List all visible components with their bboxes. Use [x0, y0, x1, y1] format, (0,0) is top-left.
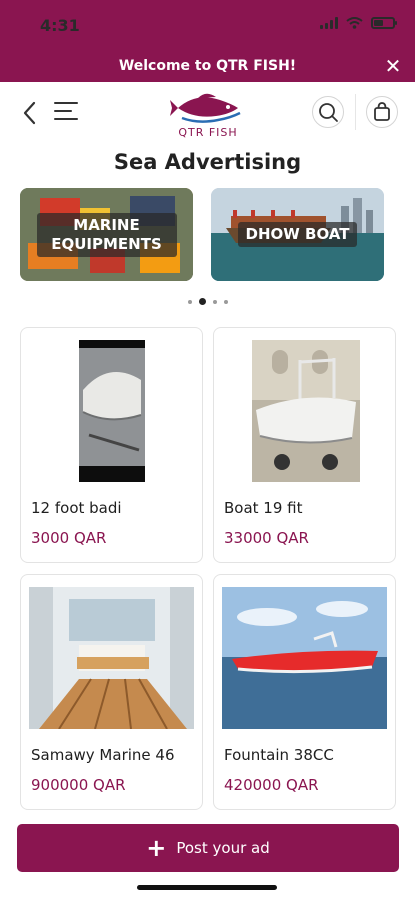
back-icon — [23, 101, 36, 125]
product-card[interactable]: Boat 19 fit 33000 QAR — [213, 327, 396, 563]
post-ad-label: Post your ad — [176, 839, 270, 857]
home-indicator — [137, 885, 277, 890]
post-ad-button[interactable]: + Post your ad — [17, 824, 399, 872]
product-image — [252, 340, 360, 482]
carousel-card-label: MARINE EQUIPMENTS — [36, 212, 177, 257]
battery-icon — [371, 17, 397, 29]
status-bar: 4:31 — [0, 0, 415, 52]
back-button[interactable] — [18, 100, 42, 126]
carousel-dot[interactable] — [223, 299, 228, 304]
product-name: Samawy Marine 46 — [31, 746, 175, 764]
product-name: Boat 19 fit — [224, 499, 303, 517]
carousel-card-label: DHOW BOAT — [237, 222, 358, 247]
page-title: Sea Advertising — [113, 150, 302, 174]
product-image — [29, 587, 194, 729]
carousel-dot[interactable] — [212, 299, 217, 304]
status-icons — [320, 17, 397, 29]
search-icon — [319, 103, 338, 122]
signal-icon — [320, 17, 338, 29]
menu-icon — [54, 102, 78, 104]
search-button[interactable] — [312, 96, 344, 128]
product-image — [79, 340, 145, 482]
fish-logo-icon — [170, 93, 241, 123]
product-price: 3000 QAR — [31, 529, 107, 547]
carousel-dot-active[interactable] — [198, 298, 206, 305]
carousel-dots — [0, 298, 415, 305]
product-price: 420000 QAR — [224, 776, 319, 794]
carousel-card-dhow-boat[interactable]: DHOW BOAT — [211, 188, 384, 281]
header-divider — [355, 94, 356, 130]
logo-text: QTR FISH — [178, 126, 238, 139]
status-time: 4:31 — [40, 16, 80, 35]
plus-icon: + — [146, 834, 167, 862]
wifi-icon — [346, 17, 363, 29]
menu-button[interactable] — [54, 102, 80, 124]
app-header: QTR FISH — [0, 82, 415, 144]
cart-button[interactable] — [366, 96, 398, 128]
product-price: 900000 QAR — [31, 776, 126, 794]
logo[interactable]: QTR FISH — [168, 88, 248, 140]
product-image — [222, 587, 387, 729]
close-icon[interactable]: ✕ — [381, 54, 405, 78]
welcome-text: Welcome to QTR FISH! — [118, 58, 297, 74]
product-price: 33000 QAR — [224, 529, 309, 547]
bag-icon — [374, 102, 390, 121]
product-card[interactable]: Samawy Marine 46 900000 QAR — [20, 574, 203, 810]
carousel-dot[interactable] — [187, 299, 192, 304]
product-name: Fountain 38CC — [224, 746, 334, 764]
product-name: 12 foot badi — [31, 499, 122, 517]
product-card[interactable]: Fountain 38CC 420000 QAR — [213, 574, 396, 810]
product-card[interactable]: 12 foot badi 3000 QAR — [20, 327, 203, 563]
carousel-card-marine-equipments[interactable]: MARINE EQUIPMENTS — [20, 188, 193, 281]
welcome-banner: Welcome to QTR FISH! ✕ — [0, 52, 415, 82]
